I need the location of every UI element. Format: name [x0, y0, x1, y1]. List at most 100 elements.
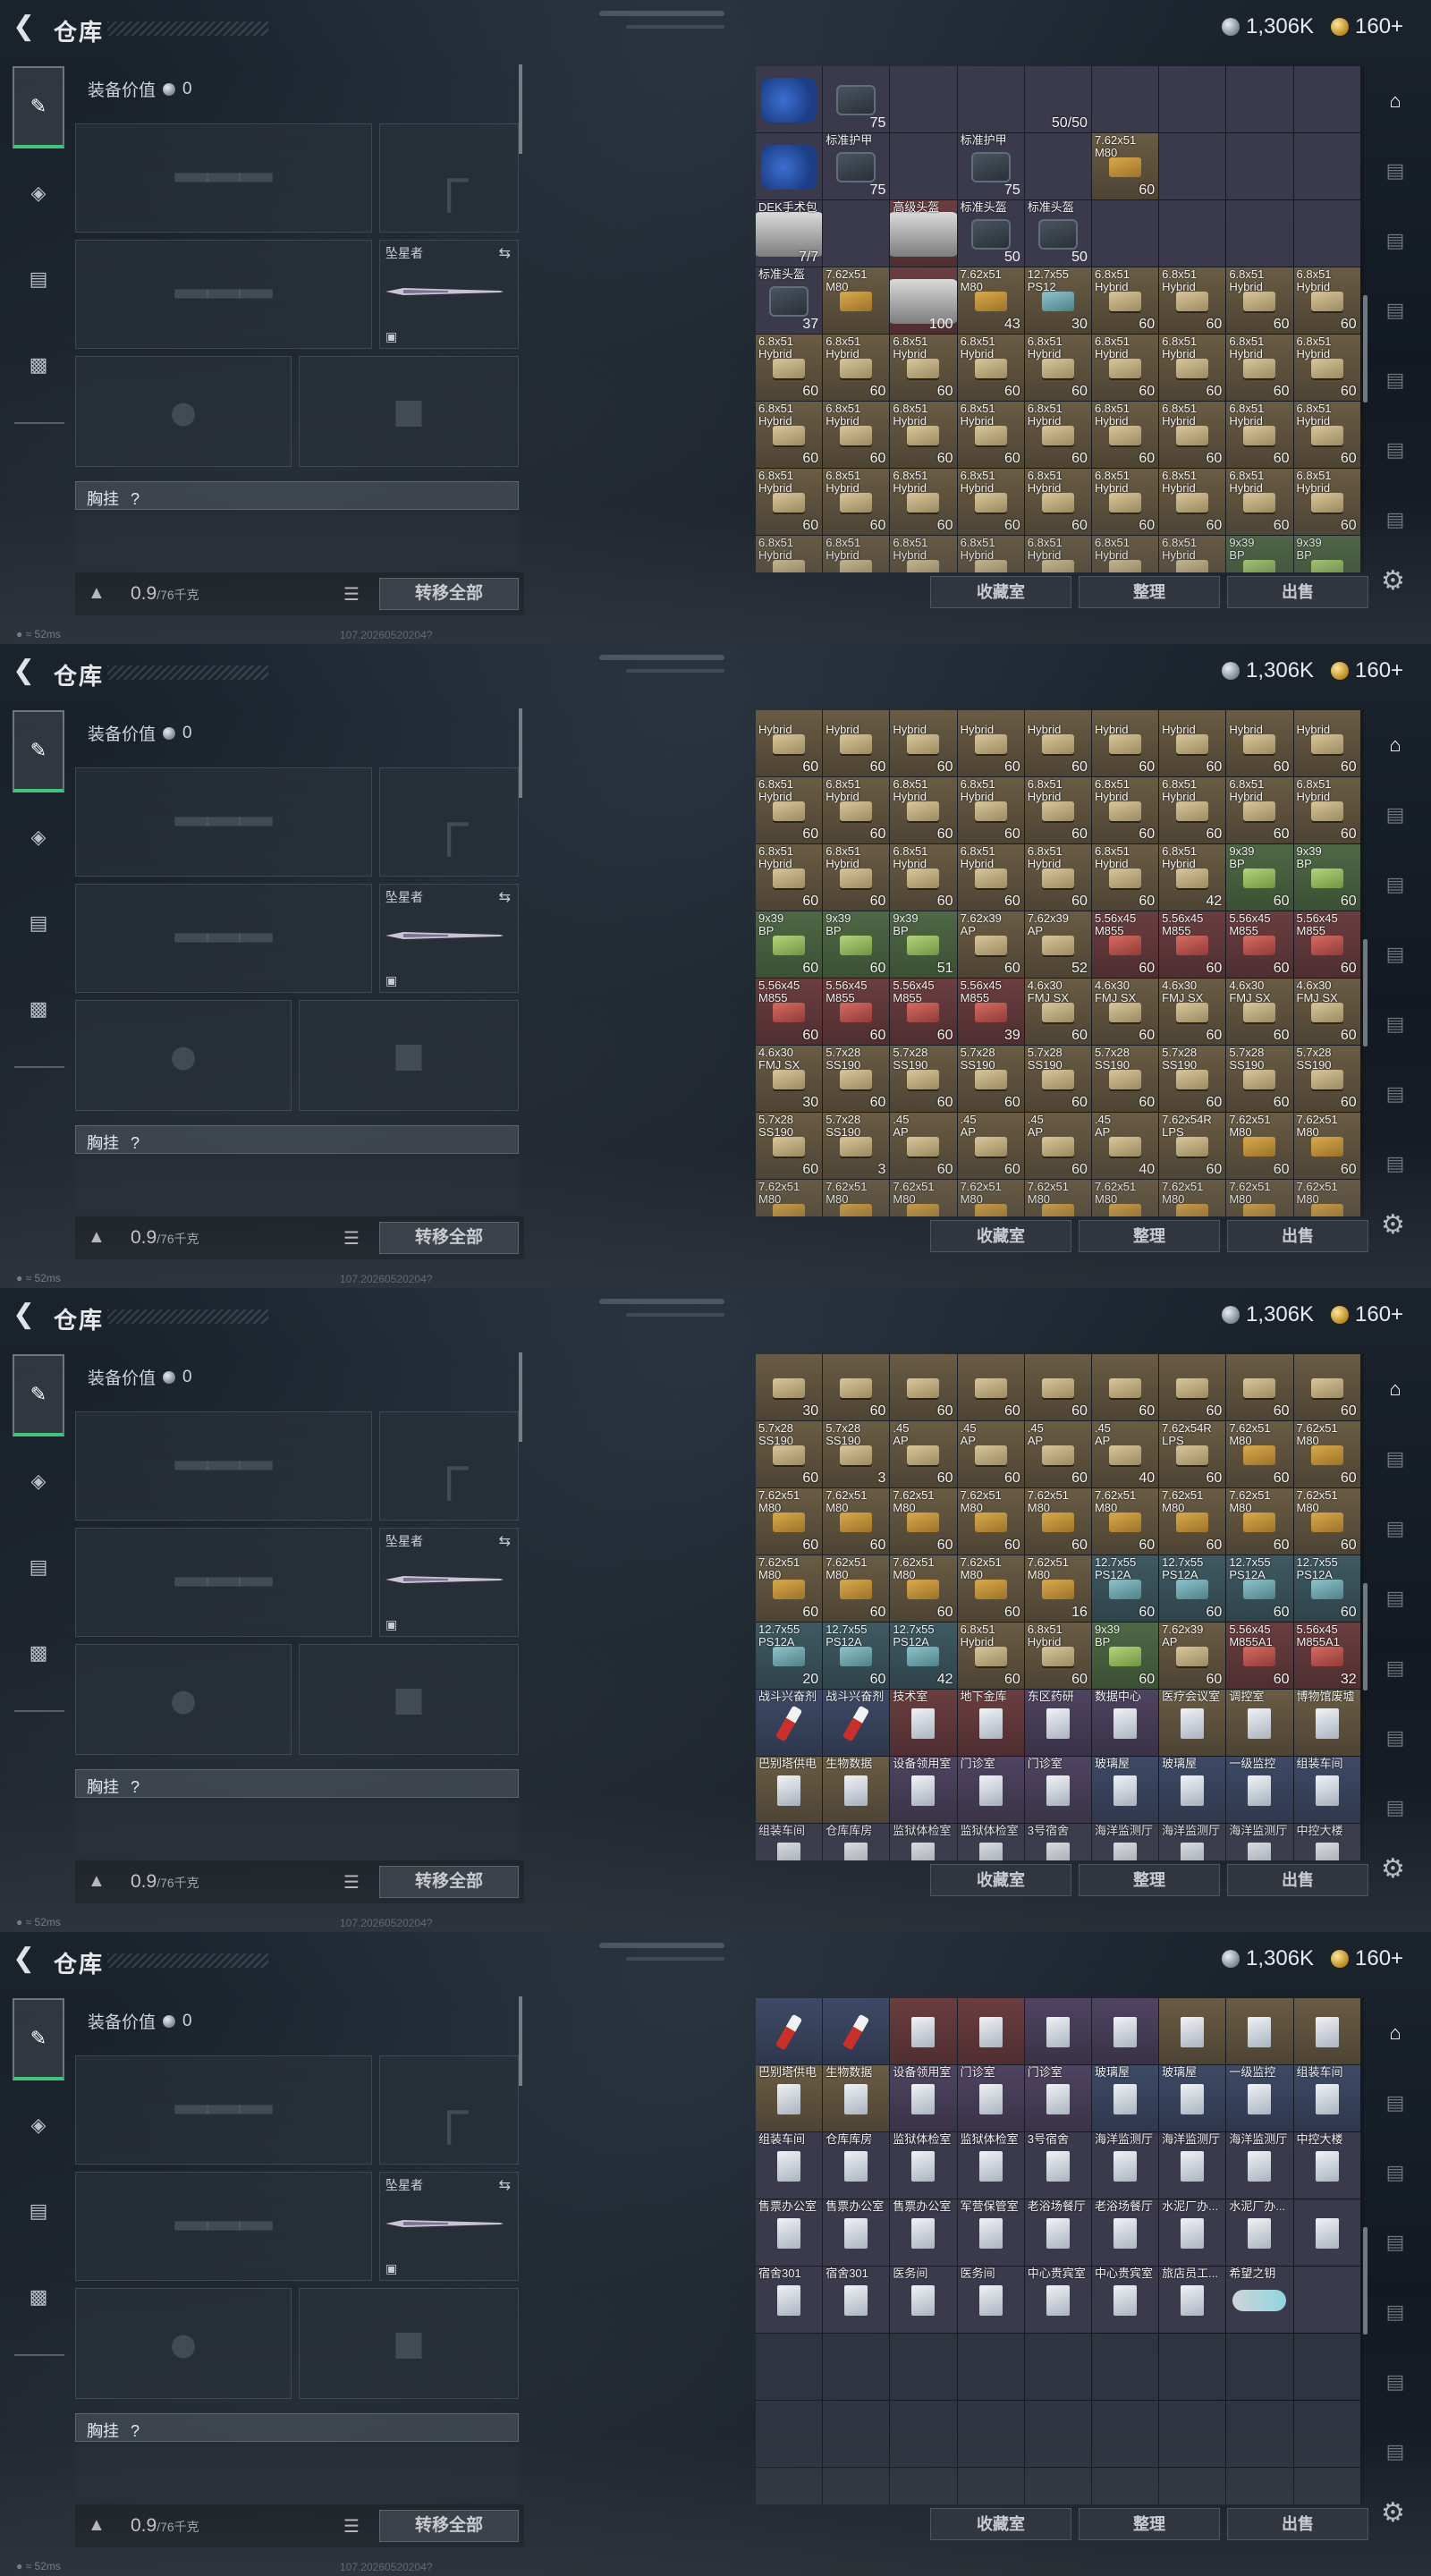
- inventory-item[interactable]: 6.8x51 Hybrid 60: [823, 469, 890, 535]
- inventory-item[interactable]: [1024, 133, 1091, 199]
- inventory-item[interactable]: 生物数据: [823, 1757, 890, 1823]
- list-icon[interactable]: ☰: [343, 2515, 360, 2538]
- inventory-item[interactable]: 数据中心: [1091, 1690, 1159, 1756]
- inventory-item[interactable]: 3号宿舍: [1024, 2132, 1091, 2199]
- shelf-icon[interactable]: ▤: [1377, 1447, 1413, 1479]
- inventory-item[interactable]: 30: [756, 1354, 823, 1420]
- organize-button[interactable]: 整理: [1079, 2508, 1220, 2540]
- inventory-item[interactable]: [1293, 133, 1360, 199]
- inventory-item[interactable]: 7.62x51 M80 60: [1293, 1488, 1360, 1555]
- home-icon[interactable]: ⌂: [1377, 733, 1413, 766]
- armor-slot[interactable]: ■: [299, 2288, 519, 2399]
- inventory-item[interactable]: 6.8x51 Hybrid 60: [756, 402, 823, 468]
- chest-rig-help[interactable]: ?: [131, 1778, 140, 1796]
- inventory-item[interactable]: 6.8x51 Hybrid 60: [1293, 267, 1360, 334]
- gold-currency[interactable]: 160+: [1331, 1946, 1403, 1971]
- inventory-item[interactable]: 12.7x55 PS12A 60: [1293, 1555, 1360, 1622]
- shelf-icon[interactable]: ▤: [1377, 1796, 1413, 1828]
- inventory-item[interactable]: 50/50: [1024, 66, 1091, 132]
- inventory-item[interactable]: 门诊室: [957, 1757, 1024, 1823]
- inventory-item[interactable]: 7.62x51 M80 43: [957, 267, 1024, 334]
- inventory-item[interactable]: 5.7x28 SS190 60: [756, 1421, 823, 1487]
- equipment-scrollbar[interactable]: [519, 1352, 522, 1442]
- chest-rig-label[interactable]: 胸挂 ?: [75, 481, 519, 510]
- inventory-item[interactable]: [890, 133, 957, 199]
- inventory-item[interactable]: 6.8x51 Hybrid: [1024, 536, 1091, 572]
- inventory-item[interactable]: 3号宿舍: [1024, 1824, 1091, 1860]
- inventory-item[interactable]: 技术室: [890, 1690, 957, 1756]
- inventory-item[interactable]: 6.8x51 Hybrid 60: [1159, 335, 1226, 401]
- collection-room-button[interactable]: 收藏室: [930, 576, 1071, 608]
- inventory-item[interactable]: 宿舍301: [756, 2267, 823, 2333]
- inventory-item[interactable]: 玻璃屋: [1091, 2065, 1159, 2131]
- inventory-item[interactable]: 6.8x51 Hybrid 60: [890, 469, 957, 535]
- inventory-item[interactable]: .45 AP 40: [1091, 1113, 1159, 1179]
- inventory-item[interactable]: 7.62x51 M80: [1293, 1180, 1360, 1216]
- transfer-all-button[interactable]: 转移全部: [379, 1222, 519, 1254]
- shelf-icon[interactable]: ▤: [1377, 1587, 1413, 1619]
- inventory-item[interactable]: 玻璃屋: [1159, 2065, 1226, 2131]
- inventory-item[interactable]: [1091, 200, 1159, 267]
- inventory-item[interactable]: 6.8x51 Hybrid 60: [1159, 469, 1226, 535]
- inventory-item[interactable]: Hybrid 60: [1091, 710, 1159, 776]
- inventory-item[interactable]: 6.8x51 Hybrid 60: [1226, 402, 1293, 468]
- equipment-scrollbar[interactable]: [519, 1996, 522, 2086]
- inventory-item[interactable]: 7.62x51 M80: [1091, 1180, 1159, 1216]
- warehouse-scrollbar[interactable]: [1363, 1583, 1367, 1690]
- inventory-item[interactable]: 7.62x51 M80: [823, 1180, 890, 1216]
- inventory-item[interactable]: 7.62x51 M80: [1226, 1180, 1293, 1216]
- sell-button[interactable]: 出售: [1227, 1220, 1368, 1252]
- inventory-item[interactable]: 75: [823, 66, 890, 132]
- back-arrow-icon[interactable]: ❮: [13, 1301, 39, 1329]
- inventory-item[interactable]: 售票办公室: [756, 2199, 823, 2266]
- shelf-icon[interactable]: ▤: [1377, 1082, 1413, 1114]
- inventory-item[interactable]: 12.7x55 PS12A 42: [890, 1623, 957, 1689]
- inventory-item[interactable]: 6.8x51 Hybrid 60: [1226, 335, 1293, 401]
- inventory-item[interactable]: 标准头盔 37: [756, 267, 823, 334]
- pistol-slot[interactable]: ┌: [379, 2055, 519, 2165]
- swap-icon[interactable]: ⇆: [499, 244, 511, 262]
- melee-slot[interactable]: 坠星者 ⇆ ▣: [379, 1528, 519, 1637]
- inventory-item[interactable]: 6.8x51 Hybrid 60: [1226, 267, 1293, 334]
- inventory-item[interactable]: 5.7x28 SS190 60: [1226, 1046, 1293, 1112]
- chest-rig-slot[interactable]: [75, 515, 519, 567]
- inventory-item[interactable]: Hybrid 60: [890, 710, 957, 776]
- tab-backpack[interactable]: ▩: [13, 2256, 64, 2338]
- inventory-item[interactable]: [1091, 1998, 1159, 2064]
- inventory-item[interactable]: 7.62x51 M80 60: [1159, 1488, 1226, 1555]
- inventory-item[interactable]: 6.8x51 Hybrid 60: [756, 469, 823, 535]
- inventory-item[interactable]: 6.8x51 Hybrid 60: [957, 335, 1024, 401]
- melee-slot[interactable]: 坠星者 ⇆ ▣: [379, 240, 519, 349]
- inventory-item[interactable]: [1159, 1998, 1226, 2064]
- inventory-item[interactable]: 5.7x28 SS190 60: [890, 1046, 957, 1112]
- armor-slot[interactable]: ■: [299, 1644, 519, 1755]
- inventory-item[interactable]: 60: [1159, 1354, 1226, 1420]
- inventory-item[interactable]: [756, 1998, 823, 2064]
- inventory-item[interactable]: 战斗兴奋剂: [823, 1690, 890, 1756]
- gold-currency[interactable]: 160+: [1331, 1302, 1403, 1327]
- inventory-item[interactable]: 医疗会议室: [1159, 1690, 1226, 1756]
- inventory-item[interactable]: 6.8x51 Hybrid 60: [957, 777, 1024, 843]
- inventory-item[interactable]: 12.7x55 PS12A 60: [1159, 1555, 1226, 1622]
- inventory-item[interactable]: 6.8x51 Hybrid 60: [823, 402, 890, 468]
- inventory-item[interactable]: 5.56x45 M855 39: [957, 979, 1024, 1045]
- warehouse-grid[interactable]: 30 60 60 60 60 60 60 60 60 5.7x28 SS190 60 5.7x28 SS1…: [756, 1354, 1364, 1860]
- inventory-item[interactable]: [1159, 133, 1226, 199]
- inventory-item[interactable]: 7.62x51 M80: [823, 267, 890, 334]
- tab-armor[interactable]: ◈: [13, 152, 64, 234]
- inventory-item[interactable]: 5.7x28 SS190 60: [756, 1113, 823, 1179]
- secondary-weapon-slot[interactable]: ━━━: [75, 240, 372, 349]
- inventory-item[interactable]: 7.62x51 M80 60: [957, 1555, 1024, 1622]
- inventory-item[interactable]: 6.8x51 Hybrid 60: [890, 335, 957, 401]
- inventory-item[interactable]: 6.8x51 Hybrid 60: [823, 844, 890, 911]
- inventory-item[interactable]: 6.8x51 Hybrid 60: [1091, 335, 1159, 401]
- inventory-item[interactable]: .45 AP 40: [1091, 1421, 1159, 1487]
- inventory-item[interactable]: 5.56x45 M855A1 60: [1226, 1623, 1293, 1689]
- inventory-item[interactable]: 6.8x51 Hybrid: [1159, 536, 1226, 572]
- tab-weapons[interactable]: ✎: [13, 1998, 64, 2080]
- inventory-item[interactable]: Hybrid 60: [1293, 710, 1360, 776]
- inventory-item[interactable]: 玻璃屋: [1091, 1757, 1159, 1823]
- shelf-icon[interactable]: ▤: [1377, 2161, 1413, 2193]
- inventory-item[interactable]: 监狱体检室: [957, 2132, 1024, 2199]
- shelf-icon[interactable]: ▤: [1377, 2231, 1413, 2263]
